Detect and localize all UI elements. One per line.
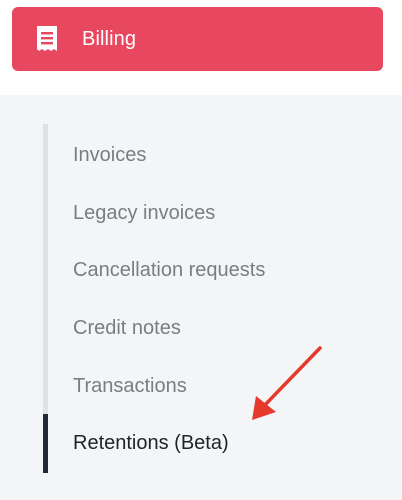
annotation-arrow-icon	[252, 346, 322, 420]
menu-item-legacy-invoices[interactable]: Legacy invoices	[73, 202, 215, 225]
header-area: Billing	[0, 0, 402, 95]
active-indicator	[43, 414, 48, 473]
billing-label: Billing	[82, 27, 137, 50]
menu-item-invoices[interactable]: Invoices	[73, 144, 146, 167]
menu-item-retentions-beta[interactable]: Retentions (Beta)	[73, 432, 229, 455]
billing-button[interactable]: Billing	[12, 7, 383, 71]
menu-item-cancellation-requests[interactable]: Cancellation requests	[73, 259, 265, 282]
menu-item-credit-notes[interactable]: Credit notes	[73, 317, 181, 340]
menu-item-transactions[interactable]: Transactions	[73, 375, 187, 398]
receipt-icon	[36, 25, 58, 53]
